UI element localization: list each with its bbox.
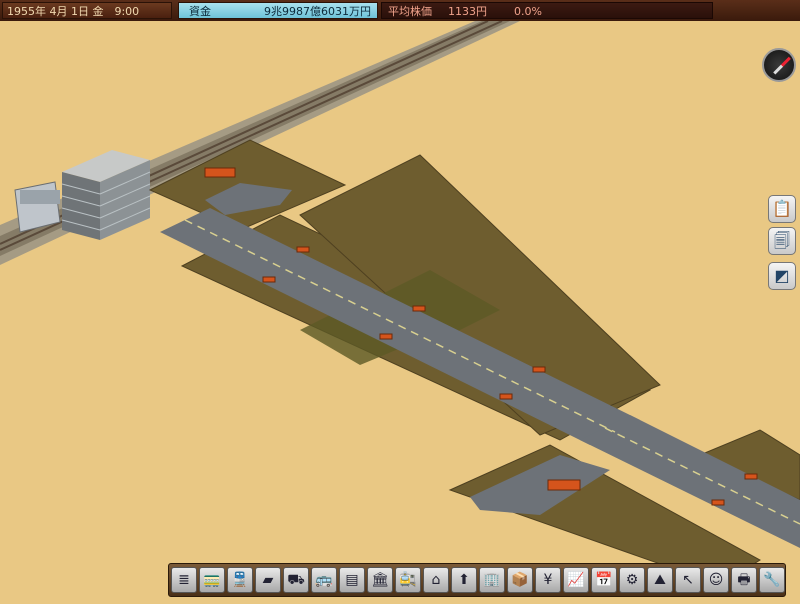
- print-tool[interactable]: 🖶: [731, 567, 757, 593]
- wrench-icon: 🔧: [763, 572, 781, 588]
- train-list-tool[interactable]: 🚆: [227, 567, 253, 593]
- finance-tool[interactable]: ¥: [535, 567, 561, 593]
- graph-icon: 📈: [567, 572, 585, 588]
- advisor-icon: ☺: [708, 572, 724, 588]
- road-icon: ▰: [262, 572, 274, 588]
- stock-label: 平均株価: [388, 5, 432, 18]
- bus-icon: 🚌: [315, 572, 333, 588]
- stock-display: 平均株価 1133円 0.0%: [381, 2, 713, 19]
- calendar-icon: 📅: [595, 572, 613, 588]
- train-tool[interactable]: 🚃: [199, 567, 225, 593]
- stock-value: 1133円: [448, 5, 487, 18]
- train-list-icon: 🚆: [231, 572, 249, 588]
- train-icon: 🚃: [203, 572, 221, 588]
- yen-icon: ¥: [543, 572, 553, 588]
- cargo-tool[interactable]: 📦: [507, 567, 533, 593]
- status-bar: 1955年 4月 1日 金 9:00 資金 9兆9987億6031万円 平均株価…: [0, 0, 800, 21]
- tool-toolbar: ≣ 🚃 🚆 ▰ ⛟ 🚌 ▤ 🏛 🚉 ⌂ ⬆ 🏢 📦 ¥ 📈 📅 ⚙ ⛰ ↖ ☺ …: [168, 563, 786, 597]
- terrain-arrow-icon: ⬆: [458, 572, 470, 588]
- compass-icon[interactable]: [762, 48, 796, 82]
- track-tool[interactable]: ▤: [339, 567, 365, 593]
- mountain-icon: ⛰: [654, 572, 666, 588]
- road-building-tool[interactable]: ⛟: [283, 567, 309, 593]
- layer-icon: ◩: [774, 266, 790, 285]
- funds-display: 資金 9兆9987億6031万円: [178, 2, 378, 19]
- rail-tool[interactable]: ≣: [171, 567, 197, 593]
- landscape-tool[interactable]: ⛰: [647, 567, 673, 593]
- house-icon: ⌂: [431, 572, 441, 588]
- settings-tool[interactable]: ⚙: [619, 567, 645, 593]
- box-icon: 📦: [511, 572, 529, 588]
- graph-tool[interactable]: 📈: [563, 567, 589, 593]
- cursor-icon: ↖: [682, 572, 694, 588]
- report-button[interactable]: 📋: [768, 195, 796, 223]
- game-map[interactable]: 📋 🗐 ◩: [0, 20, 800, 600]
- skyscraper-tool[interactable]: 🏢: [479, 567, 505, 593]
- skyscraper-icon: 🏢: [483, 572, 501, 588]
- road-tool[interactable]: ▰: [255, 567, 281, 593]
- terrain-tool[interactable]: ⬆: [451, 567, 477, 593]
- advisor-tool[interactable]: ☺: [703, 567, 729, 593]
- stock-change: 0.0%: [514, 5, 542, 18]
- clipboard-icon: 📋: [772, 199, 792, 218]
- documents-button[interactable]: 🗐: [768, 227, 796, 255]
- rail-icon: ≣: [178, 572, 190, 588]
- select-tool[interactable]: ↖: [675, 567, 701, 593]
- vehicle-tool[interactable]: 🚌: [311, 567, 337, 593]
- document-icon: 🗐: [774, 231, 790, 250]
- options-tool[interactable]: 🔧: [759, 567, 785, 593]
- station-building-tool[interactable]: 🚉: [395, 567, 421, 593]
- funds-value: 9兆9987億6031万円: [264, 5, 371, 18]
- printer-icon: 🖶: [737, 572, 751, 588]
- gear-icon: ⚙: [625, 572, 639, 588]
- date-display: 1955年 4月 1日 金 9:00: [2, 2, 172, 19]
- truck-icon: ⛟: [287, 572, 305, 588]
- funds-label: 資金: [189, 5, 211, 18]
- display-toggle-button[interactable]: ◩: [768, 262, 796, 290]
- station-building-icon: 🚉: [399, 572, 417, 588]
- station-icon: 🏛: [371, 572, 389, 588]
- map-canvas[interactable]: [0, 20, 800, 600]
- building-tool[interactable]: ⌂: [423, 567, 449, 593]
- calendar-tool[interactable]: 📅: [591, 567, 617, 593]
- station-tool[interactable]: 🏛: [367, 567, 393, 593]
- track-icon: ▤: [345, 572, 359, 588]
